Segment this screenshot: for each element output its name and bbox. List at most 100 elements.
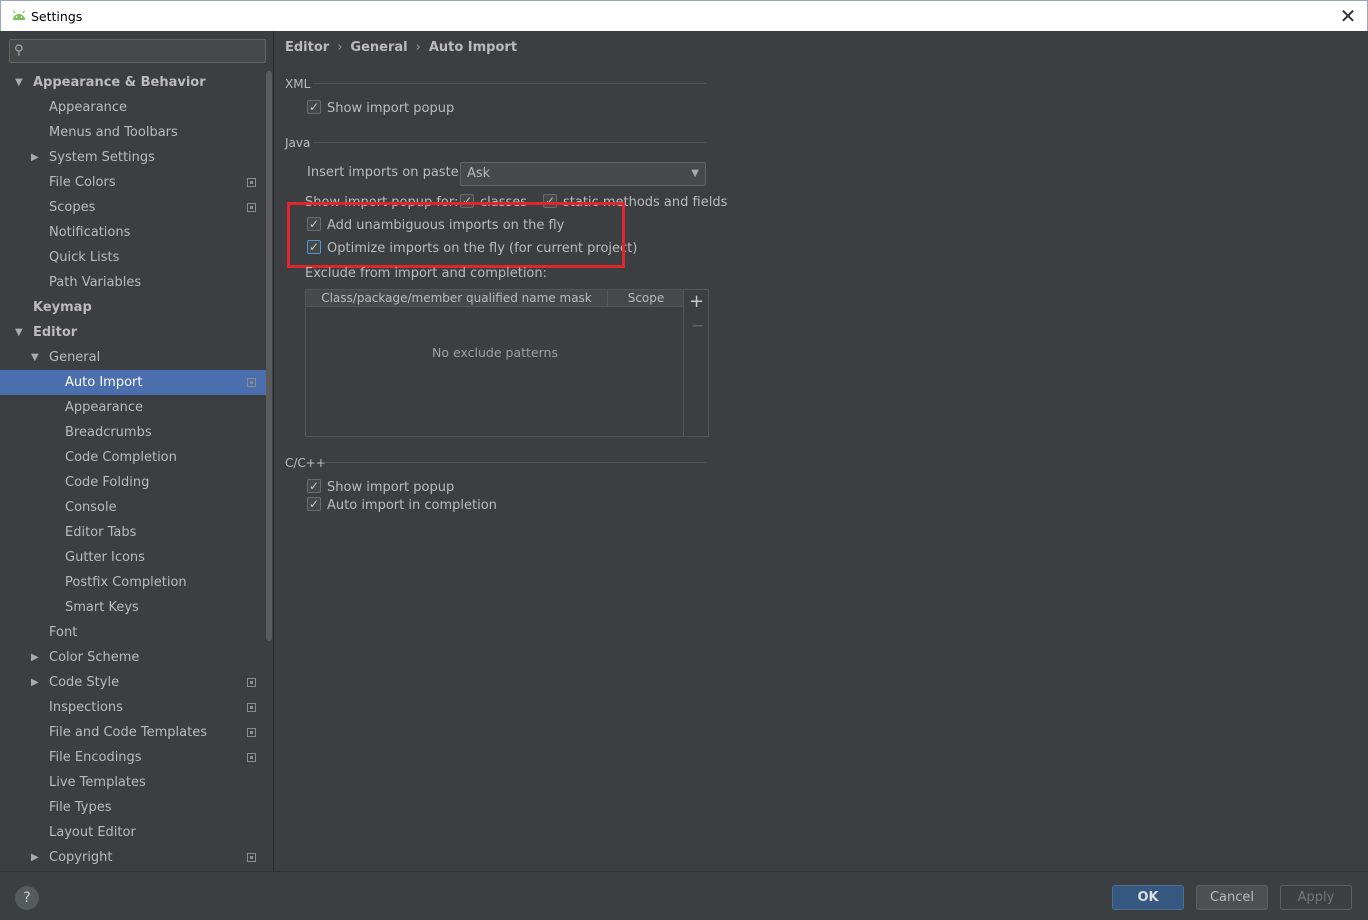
project-scope-icon [247, 378, 256, 387]
exclude-table: Class/package/member qualified name mask… [305, 289, 709, 437]
close-icon[interactable]: ✕ [1337, 5, 1359, 27]
title-bar: Settings ✕ [0, 0, 1368, 31]
tree-item-general[interactable]: ▼ General [0, 345, 266, 370]
tree-item-font[interactable]: Font [0, 620, 266, 645]
expand-down-icon[interactable]: ▼ [31, 345, 39, 370]
section-java: Java [285, 136, 311, 150]
expand-right-icon[interactable]: ▶ [31, 645, 39, 670]
tree-item-label: Postfix Completion [65, 575, 187, 590]
tree-item-appearance[interactable]: Appearance [0, 395, 266, 420]
tree-item-console[interactable]: Console [0, 495, 266, 520]
project-scope-icon [247, 728, 256, 737]
tree-item-label: Smart Keys [65, 600, 139, 615]
column-header-scope[interactable]: Scope [608, 290, 684, 307]
tree-item-label: Gutter Icons [65, 550, 145, 565]
tree-item-code-style[interactable]: ▶ Code Style [0, 670, 266, 695]
tree-item-label: Live Templates [49, 775, 146, 790]
breadcrumb-separator-icon: › [337, 40, 343, 55]
tree-item-color-scheme[interactable]: ▶ Color Scheme [0, 645, 266, 670]
tree-item-smart-keys[interactable]: Smart Keys [0, 595, 266, 620]
tree-item-file-types[interactable]: File Types [0, 795, 266, 820]
section-divider [323, 462, 706, 463]
expand-right-icon[interactable]: ▶ [31, 670, 39, 695]
breadcrumb-item: General [350, 40, 408, 55]
tree-item-appearance[interactable]: Appearance [0, 95, 266, 120]
window-title: Settings [31, 9, 83, 24]
tree-item-editor[interactable]: ▼ Editor [0, 320, 266, 345]
project-scope-icon [247, 703, 256, 712]
expand-right-icon[interactable]: ▶ [31, 845, 39, 870]
tree-item-label: Notifications [49, 225, 131, 240]
tree-item-scopes[interactable]: Scopes [0, 195, 266, 220]
chevron-down-icon: ▼ [691, 168, 699, 179]
tree-item-label: System Settings [49, 150, 155, 165]
tree-item-code-completion[interactable]: Code Completion [0, 445, 266, 470]
tree-item-file-encodings[interactable]: File Encodings [0, 745, 266, 770]
checkbox-checked-icon[interactable] [307, 477, 321, 495]
tree-item-path-variables[interactable]: Path Variables [0, 270, 266, 295]
tree-item-auto-import[interactable]: Auto Import [0, 370, 266, 395]
tree-item-menus-and-toolbars[interactable]: Menus and Toolbars [0, 120, 266, 145]
tree-item-appearance-behavior[interactable]: ▼ Appearance & Behavior [0, 70, 266, 95]
tree-item-label: Editor [33, 325, 78, 340]
help-icon[interactable]: ? [15, 886, 39, 910]
tree-item-label: File and Code Templates [49, 725, 207, 740]
section-cpp: C/C++ [285, 456, 326, 470]
tree-item-label: Scopes [49, 200, 96, 215]
tree-item-label: Menus and Toolbars [49, 125, 178, 140]
tree-item-layout-editor[interactable]: Layout Editor [0, 820, 266, 845]
checkbox-checked-icon[interactable] [307, 495, 321, 513]
expand-down-icon[interactable]: ▼ [15, 320, 23, 345]
expand-right-icon[interactable]: ▶ [31, 145, 39, 170]
column-header-mask[interactable]: Class/package/member qualified name mask [306, 290, 608, 307]
tree-item-keymap[interactable]: Keymap [0, 295, 266, 320]
tree-item-label: Color Scheme [49, 650, 140, 665]
tree-item-code-folding[interactable]: Code Folding [0, 470, 266, 495]
apply-button[interactable]: Apply [1280, 885, 1352, 910]
search-input[interactable]: ⚲ [9, 39, 266, 63]
cancel-button[interactable]: Cancel [1196, 885, 1268, 910]
breadcrumb-separator-icon: › [415, 40, 421, 55]
tree-item-system-settings[interactable]: ▶ System Settings [0, 145, 266, 170]
table-toolbar: + − [683, 290, 708, 436]
cpp-auto-import-completion[interactable]: Auto import in completion [307, 495, 497, 515]
table-empty-text: No exclude patterns [432, 345, 558, 360]
tree-item-postfix-completion[interactable]: Postfix Completion [0, 570, 266, 595]
tree-item-label: File Colors [49, 175, 116, 190]
section-divider [313, 142, 706, 143]
add-icon[interactable]: + [689, 291, 704, 312]
sidebar-scrollbar[interactable] [266, 71, 272, 641]
checkbox-label: Auto import in completion [327, 498, 497, 513]
tree-item-label: Copyright [49, 850, 113, 865]
table-header: Class/package/member qualified name mask… [306, 290, 684, 307]
tree-item-label: Appearance [49, 100, 128, 115]
tree-item-label: Console [65, 500, 117, 515]
remove-icon: − [691, 316, 705, 335]
tree-item-gutter-icons[interactable]: Gutter Icons [0, 545, 266, 570]
ok-button[interactable]: OK [1112, 885, 1184, 910]
cpp-show-import-popup[interactable]: Show import popup [307, 477, 454, 497]
annotation-highlight-box [287, 202, 625, 268]
breadcrumb: Editor › General › Auto Import [285, 40, 517, 55]
insert-on-paste-label: Insert imports on paste: [307, 165, 464, 180]
dialog-footer: ? OK Cancel Apply [0, 871, 1368, 920]
tree-item-label: Keymap [33, 300, 92, 315]
tree-item-notifications[interactable]: Notifications [0, 220, 266, 245]
tree-item-editor-tabs[interactable]: Editor Tabs [0, 520, 266, 545]
tree-item-inspections[interactable]: Inspections [0, 695, 266, 720]
tree-item-label: Code Folding [65, 475, 150, 490]
expand-down-icon[interactable]: ▼ [15, 70, 23, 95]
tree-item-label: Code Completion [65, 450, 177, 465]
tree-item-file-and-code-templates[interactable]: File and Code Templates [0, 720, 266, 745]
checkbox-checked-icon[interactable] [307, 98, 321, 116]
tree-item-live-templates[interactable]: Live Templates [0, 770, 266, 795]
tree-item-copyright[interactable]: ▶ Copyright [0, 845, 266, 870]
tree-item-file-colors[interactable]: File Colors [0, 170, 266, 195]
tree-item-breadcrumbs[interactable]: Breadcrumbs [0, 420, 266, 445]
project-scope-icon [247, 178, 256, 187]
project-scope-icon [247, 753, 256, 762]
insert-on-paste-select[interactable]: Ask ▼ [460, 162, 706, 186]
tree-item-label: Quick Lists [49, 250, 120, 265]
xml-show-import-popup[interactable]: Show import popup [307, 98, 454, 118]
tree-item-quick-lists[interactable]: Quick Lists [0, 245, 266, 270]
